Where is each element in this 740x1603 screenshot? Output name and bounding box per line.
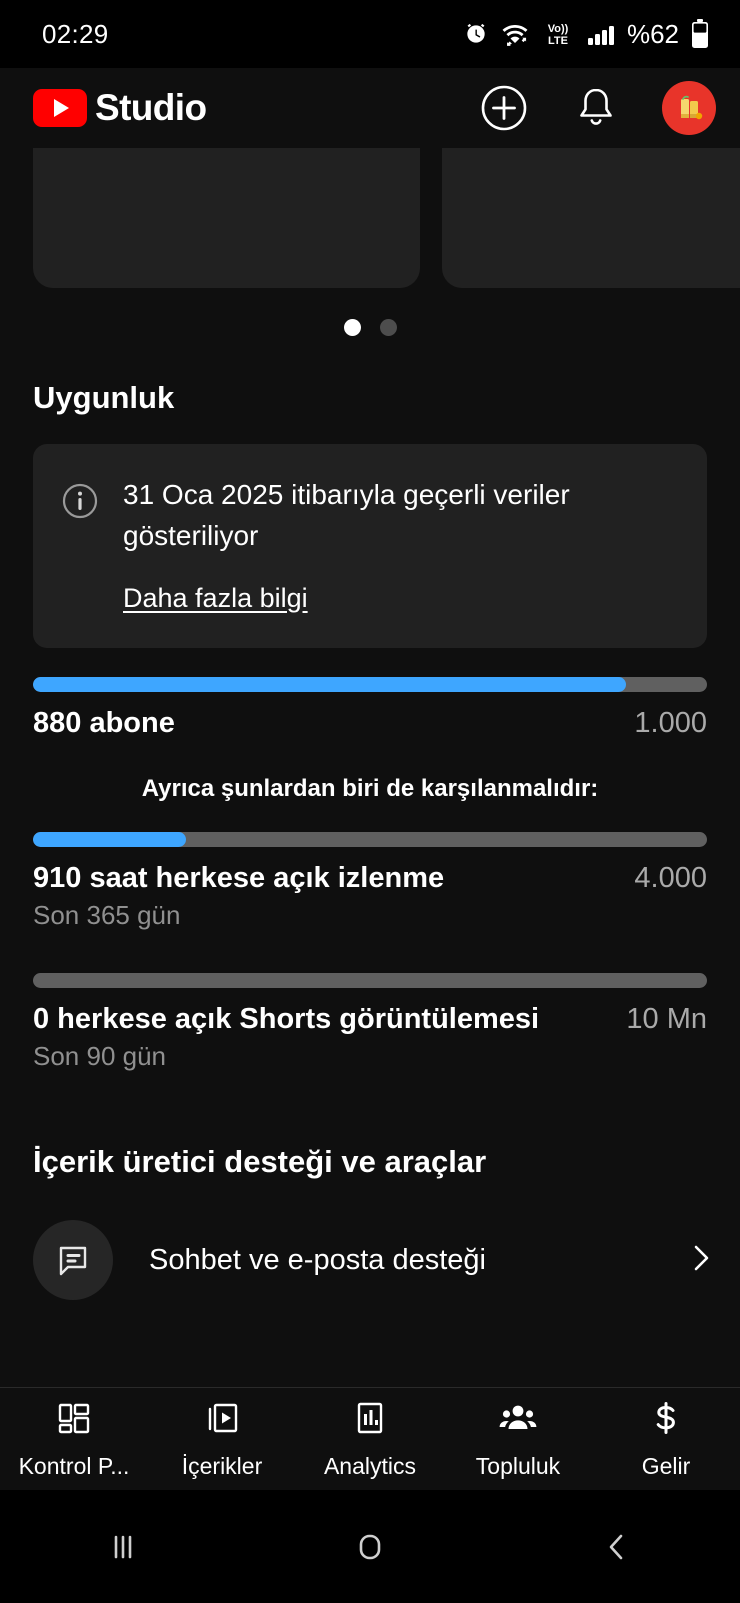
shorts-views-progress-bar bbox=[33, 973, 707, 988]
nav-item-label: İçerikler bbox=[181, 1453, 263, 1479]
notifications-button[interactable] bbox=[570, 82, 622, 134]
carousel-pagination[interactable] bbox=[0, 314, 740, 340]
status-bar-clock: 02:29 bbox=[42, 18, 109, 49]
nav-item-earn[interactable]: Gelir bbox=[592, 1398, 740, 1480]
promo-carousel[interactable]: Premium aracılığıyla para kazanın. aracı… bbox=[0, 148, 740, 288]
wifi-icon bbox=[500, 21, 530, 47]
svg-text:Vo)): Vo)) bbox=[548, 23, 569, 35]
carousel-dot-active[interactable] bbox=[343, 318, 361, 336]
nav-item-content[interactable]: İçerikler bbox=[148, 1398, 296, 1480]
watch-hours-progress-fill bbox=[33, 832, 186, 847]
app-header: Studio bbox=[0, 68, 740, 148]
main-scroll-area[interactable]: Premium aracılığıyla para kazanın. aracı… bbox=[0, 148, 740, 1387]
eligibility-info-card: 31 Oca 2025 itibarıyla geçerli veriler g… bbox=[33, 444, 707, 648]
people-icon bbox=[497, 1398, 539, 1443]
status-bar: 02:29 Vo)) LTE %62 bbox=[0, 0, 740, 68]
bar-chart-icon bbox=[350, 1398, 390, 1443]
shorts-views-label: 0 herkese açık Shorts görüntülemesi bbox=[33, 1003, 540, 1035]
nav-item-label: Gelir bbox=[641, 1453, 691, 1479]
nav-item-analytics[interactable]: Analytics bbox=[296, 1398, 444, 1480]
recents-button[interactable] bbox=[0, 1524, 247, 1570]
subscribers-progress-fill bbox=[33, 677, 627, 692]
creator-support-section-title: İçerik üretici desteği ve araçlar bbox=[33, 1144, 487, 1179]
chevron-right-icon bbox=[688, 1238, 714, 1283]
watch-hours-progress-block: 910 saat herkese açık izlenme 4.000 Son … bbox=[33, 832, 707, 931]
shorts-views-period-label: Son 90 gün bbox=[33, 1041, 167, 1071]
avatar[interactable] bbox=[662, 81, 716, 135]
carousel-dot[interactable] bbox=[379, 318, 397, 336]
nav-item-label: Kontrol P... bbox=[18, 1453, 130, 1479]
volte-icon: Vo)) LTE bbox=[541, 20, 575, 48]
battery-icon bbox=[690, 19, 710, 49]
subscribers-progress-block: 880 abone 1.000 bbox=[33, 677, 707, 740]
bottom-navigation: Kontrol P... İçerikler Analytics Toplulu… bbox=[0, 1387, 740, 1490]
nav-item-label: Analytics bbox=[323, 1453, 417, 1479]
shorts-views-goal-label: 10 Mn bbox=[626, 1003, 707, 1035]
nav-item-label: Topluluk bbox=[475, 1453, 561, 1479]
watch-hours-period-label: Son 365 gün bbox=[33, 900, 181, 930]
shorts-views-progress-block: 0 herkese açık Shorts görüntülemesi 10 M… bbox=[33, 973, 707, 1072]
signal-icon bbox=[586, 21, 616, 47]
back-button[interactable] bbox=[493, 1524, 740, 1570]
video-library-icon bbox=[202, 1398, 242, 1443]
alternative-requirements-note: Ayrıca şunlardan biri de karşılanmalıdır… bbox=[141, 775, 599, 802]
eligibility-section-title: Uygunluk bbox=[33, 380, 175, 415]
brand-title: Studio bbox=[95, 87, 207, 128]
subscribers-progress-bar bbox=[33, 677, 707, 692]
dashboard-icon bbox=[54, 1398, 94, 1443]
nav-item-community[interactable]: Topluluk bbox=[444, 1398, 592, 1480]
header-actions bbox=[478, 81, 716, 135]
status-bar-icons: Vo)) LTE %62 bbox=[463, 19, 710, 50]
promo-card[interactable]: Premium aracılığıyla para kazanın. bbox=[33, 148, 420, 288]
svg-text:LTE: LTE bbox=[548, 35, 568, 47]
promo-card-list: Premium aracılığıyla para kazanın. aracı… bbox=[0, 148, 740, 288]
watch-hours-progress-row: 910 saat herkese açık izlenme 4.000 bbox=[33, 862, 707, 895]
alarm-icon bbox=[463, 21, 489, 47]
info-icon bbox=[59, 480, 101, 614]
support-item-chat-email[interactable]: Sohbet ve e-posta desteği bbox=[33, 1220, 714, 1300]
eligibility-more-info-link[interactable]: Daha fazla bilgi bbox=[123, 583, 308, 614]
dollar-icon bbox=[646, 1398, 686, 1443]
chat-bubble-icon bbox=[33, 1220, 113, 1300]
subscribers-progress-row: 880 abone 1.000 bbox=[33, 707, 707, 740]
system-navigation-bar bbox=[0, 1490, 740, 1603]
watch-hours-progress-bar bbox=[33, 832, 707, 847]
subscribers-goal-label: 1.000 bbox=[634, 707, 707, 739]
brand-logo[interactable]: Studio bbox=[33, 87, 207, 129]
app-root: 02:29 Vo)) LTE %62 Studio Uygunluk 31 Oc… bbox=[0, 0, 740, 1603]
watch-hours-goal-label: 4.000 bbox=[634, 862, 707, 894]
eligibility-info-body: 31 Oca 2025 itibarıyla geçerli veriler g… bbox=[123, 474, 681, 614]
eligibility-info-message: 31 Oca 2025 itibarıyla geçerli veriler g… bbox=[123, 479, 570, 551]
shorts-views-progress-row: 0 herkese açık Shorts görüntülemesi 10 M… bbox=[33, 1003, 707, 1036]
support-item-label: Sohbet ve e-posta desteği bbox=[149, 1243, 486, 1276]
home-button[interactable] bbox=[247, 1524, 494, 1570]
promo-card[interactable]: aracılığıyla para kaz bbox=[442, 148, 740, 288]
youtube-play-icon bbox=[33, 89, 87, 127]
subscribers-count-label: 880 abone bbox=[33, 707, 175, 739]
nav-item-dashboard[interactable]: Kontrol P... bbox=[0, 1398, 148, 1480]
watch-hours-label: 910 saat herkese açık izlenme bbox=[33, 862, 445, 894]
create-button[interactable] bbox=[478, 82, 530, 134]
battery-percent-label: %62 bbox=[626, 18, 679, 49]
